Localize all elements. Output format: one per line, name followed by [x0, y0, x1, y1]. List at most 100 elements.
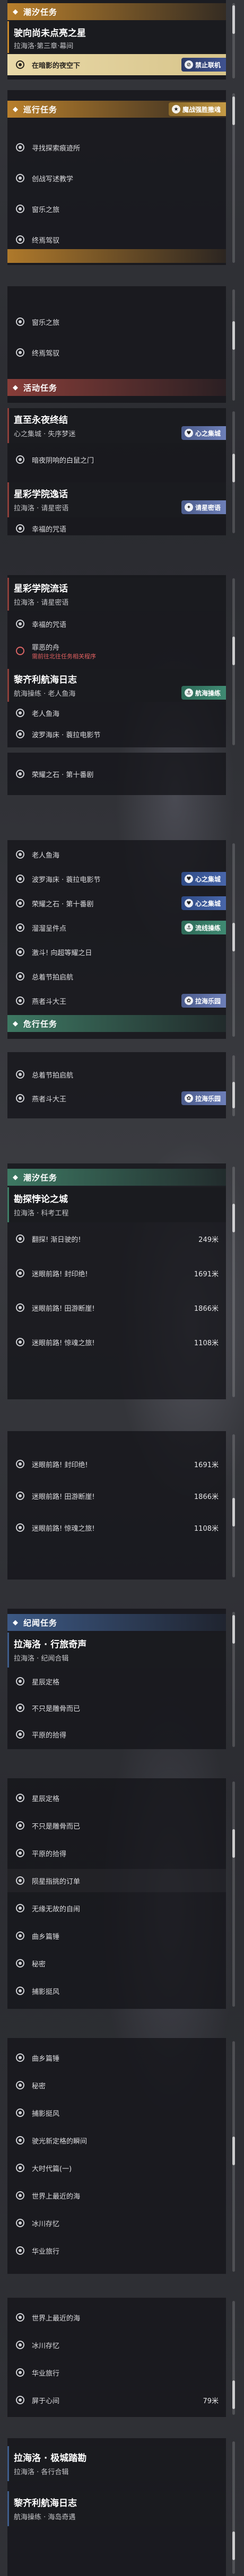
scrollbar[interactable]	[232, 2041, 235, 2272]
scrollbar-thumb[interactable]	[232, 1615, 235, 1644]
quest-objective[interactable]: 秘密	[7, 2074, 226, 2097]
scrollbar-thumb[interactable]	[232, 1498, 235, 1527]
quest-objective[interactable]: 幸福的咒语	[7, 519, 226, 537]
quest-objective[interactable]: 曲乡篇锤	[7, 2046, 226, 2069]
quest-objective[interactable]: 荣耀之石 · 第十番剧	[7, 762, 226, 786]
quest-objective[interactable]: 燕者斗大王 ✿ 拉海乐园	[7, 1087, 226, 1110]
quest-card[interactable]: 拉海洛 · 行旅奇声 拉海洛 · 纪闻合辑	[7, 1633, 226, 1668]
section-header-main[interactable]: ◆ 潮汐任务	[7, 3, 226, 20]
quest-objective[interactable]: 星辰定格	[7, 1670, 226, 1693]
quest-objective[interactable]: 华业旅行	[7, 2361, 226, 2384]
quest-objective[interactable]: 平原的拾得	[7, 1723, 226, 1746]
quest-objective[interactable]: 曲乡篇锤	[7, 1924, 226, 1947]
scrollbar-thumb[interactable]	[232, 321, 235, 350]
quest-objective[interactable]: 寻找探索痕迹所	[7, 136, 226, 159]
quest-objective-blocked[interactable]: 罪恶的舟 需前往北往任务相关程序	[7, 636, 226, 666]
quest-objective[interactable]: 激斗! 向超等耀之日	[7, 940, 226, 964]
quest-objective[interactable]: 迷眼前路! 封印绝! 1691米	[7, 1261, 226, 1285]
scrollbar[interactable]	[232, 2441, 235, 2574]
quest-objective[interactable]: 创战写述教学	[7, 166, 226, 190]
quest-objective[interactable]: 燕者斗大王 ✿ 拉海乐园	[7, 989, 226, 1012]
quest-objective[interactable]: 总着节拍启航	[7, 1063, 226, 1086]
scrollbar[interactable]	[232, 1055, 235, 1116]
scrollbar[interactable]	[232, 578, 235, 745]
quest-objective[interactable]: 暗夜阴响的白鼠之门	[7, 448, 226, 471]
quest-objective[interactable]: 窗乐之旅	[7, 310, 226, 333]
quest-objective-active[interactable]: 在暗影的夜空下 ⊘ 禁止联机	[7, 54, 226, 75]
scrollbar-thumb[interactable]	[232, 454, 235, 482]
quest-objective[interactable]: 荣耀之石 · 第十番剧 ♥ 心之集城	[7, 892, 226, 915]
quest-objective[interactable]: 驶光新定格的瞬间	[7, 2129, 226, 2152]
section-header-story[interactable]: ◆ 纪闻任务	[7, 1614, 226, 1631]
section-header-event[interactable]: ◆ 活动任务	[7, 379, 226, 396]
scrollbar-thumb[interactable]	[232, 96, 235, 125]
quest-objective[interactable]: 迷眼前路! 封印绝! 1691米	[7, 1452, 226, 1476]
scrollbar-thumb[interactable]	[232, 637, 235, 665]
section-header-tidal[interactable]: ◆ 潮汐任务	[7, 1169, 226, 1186]
scrollbar-thumb[interactable]	[232, 2380, 235, 2409]
area-tag: ⚓ 航海操练	[181, 686, 226, 700]
quest-objective[interactable]: 平原的拾得	[7, 1841, 226, 1865]
quest-objective[interactable]: 波罗海床 · 蓑拉电影节 ♥ 心之集城	[7, 867, 226, 890]
quest-objective[interactable]: 捕影挺风	[7, 1979, 226, 2002]
scrollbar-thumb[interactable]	[232, 1829, 235, 1858]
scrollbar-thumb[interactable]	[232, 923, 235, 951]
quest-objective[interactable]: 幸福的咒语	[7, 612, 226, 636]
quest-objective[interactable]: 无缘无故的自闹	[7, 1896, 226, 1920]
quest-objective[interactable]: 翻探! 渐日驶的! 249米	[7, 1227, 226, 1250]
quest-objective[interactable]: 世界上最近的海	[7, 2184, 226, 2207]
quest-objective[interactable]: 总着节拍启航	[7, 965, 226, 988]
scrollbar-thumb[interactable]	[232, 5, 235, 34]
quest-objective[interactable]: 波罗海床 · 蓑拉电影节	[7, 724, 226, 744]
scrollbar-thumb[interactable]	[232, 1082, 235, 1108]
quest-card[interactable]: 星彩学院流话 拉海洛 · 请星密语	[7, 578, 226, 611]
scrollbar-thumb[interactable]	[232, 1204, 235, 1232]
scrollbar[interactable]	[232, 1781, 235, 2007]
world-quest-icon: ◆	[13, 105, 18, 113]
quest-objective[interactable]: 不只是雕骨而已	[7, 1814, 226, 1837]
quest-objective[interactable]: 终焉驾驭	[7, 341, 226, 364]
quest-card[interactable]: 黎齐利航海日志 航海操练 · 海岛奇遇	[7, 2491, 226, 2526]
quest-list[interactable]: ◆ 潮汐任务 驶向尚未点亮之星 拉海洛·第三章·幕间 在暗影的夜空下 ⊘ 禁止联机…	[0, 0, 244, 2576]
quest-objective[interactable]: 屏于心间 79米	[7, 2388, 226, 2412]
quest-objective[interactable]: 不只是雕骨而已	[7, 1696, 226, 1719]
section-header-emergency[interactable]: ◆ 危行任务	[7, 1015, 226, 1032]
quest-objective[interactable]: 华业旅行	[7, 2239, 226, 2262]
scrollbar[interactable]	[232, 1612, 235, 1747]
scrollbar-thumb[interactable]	[232, 2137, 235, 2165]
quest-objective[interactable]: 星辰定格	[7, 1786, 226, 1810]
scrollbar[interactable]	[232, 843, 235, 1037]
scrollbar-thumb[interactable]	[232, 2531, 235, 2560]
scrollbar[interactable]	[232, 411, 235, 533]
scrollbar[interactable]	[232, 289, 235, 401]
scrollbar[interactable]	[232, 1167, 235, 1397]
scrollbar[interactable]	[232, 93, 235, 263]
quest-objective[interactable]: 陨星指挑的订单	[7, 1869, 226, 1892]
quest-card[interactable]: 星彩学院逸话 拉海洛 · 请星密语 ✦ 请星密语	[7, 482, 226, 517]
quest-objective[interactable]: 迷眼前路! 惊魂之旅! 1108米	[7, 1330, 226, 1354]
scrollbar[interactable]	[232, 3, 235, 78]
quest-card[interactable]: 驶向尚未点亮之星 拉海洛·第三章·幕间	[7, 21, 226, 53]
quest-objective[interactable]: 冰川存忆	[7, 2211, 226, 2235]
quest-objective[interactable]: 老人鱼海	[7, 843, 226, 866]
quest-objective[interactable]: 终焉驾驭	[7, 228, 226, 251]
quest-objective[interactable]: 世界上最近的海	[7, 2306, 226, 2329]
event-quest-icon: ◆	[13, 383, 18, 392]
quest-card[interactable]: 勘探悖论之城 拉海洛 · 科考工程	[7, 1187, 226, 1222]
quest-objective[interactable]: 溜溜呈件点 ⚓ 流线操练	[7, 916, 226, 939]
quest-card[interactable]: 拉海洛 · 极城踏勘 拉海洛 · 各行合辑	[7, 2446, 226, 2481]
quest-objective[interactable]: 大时代篇(一)	[7, 2156, 226, 2180]
quest-objective[interactable]: 冰川存忆	[7, 2333, 226, 2357]
quest-card[interactable]: 直至永夜终结 心之集城 · 失序梦迷 ♥ 心之集城	[7, 408, 226, 443]
scrollbar[interactable]	[232, 2301, 235, 2415]
quest-objective[interactable]: 迷眼前路! 惊魂之旅! 1108米	[7, 1516, 226, 1539]
quest-card[interactable]: 黎齐利航海日志 航海操练 · 老人鱼海 ⚓ 航海操练	[7, 669, 226, 702]
quest-objective[interactable]: 捕影挺风	[7, 2101, 226, 2124]
quest-objective[interactable]: 老人鱼海	[7, 703, 226, 723]
quest-objective[interactable]: 迷眼前路! 田游断崖! 1866米	[7, 1296, 226, 1319]
quest-objective[interactable]: 秘密	[7, 1952, 226, 1975]
section-header-world[interactable]: ◆ 巡行任务 ★ 魔战强胜撒魂	[7, 101, 226, 118]
quest-objective[interactable]: 窗乐之旅	[7, 197, 226, 220]
scrollbar[interactable]	[232, 1434, 235, 1577]
quest-objective[interactable]: 迷眼前路! 田游断崖! 1866米	[7, 1484, 226, 1507]
